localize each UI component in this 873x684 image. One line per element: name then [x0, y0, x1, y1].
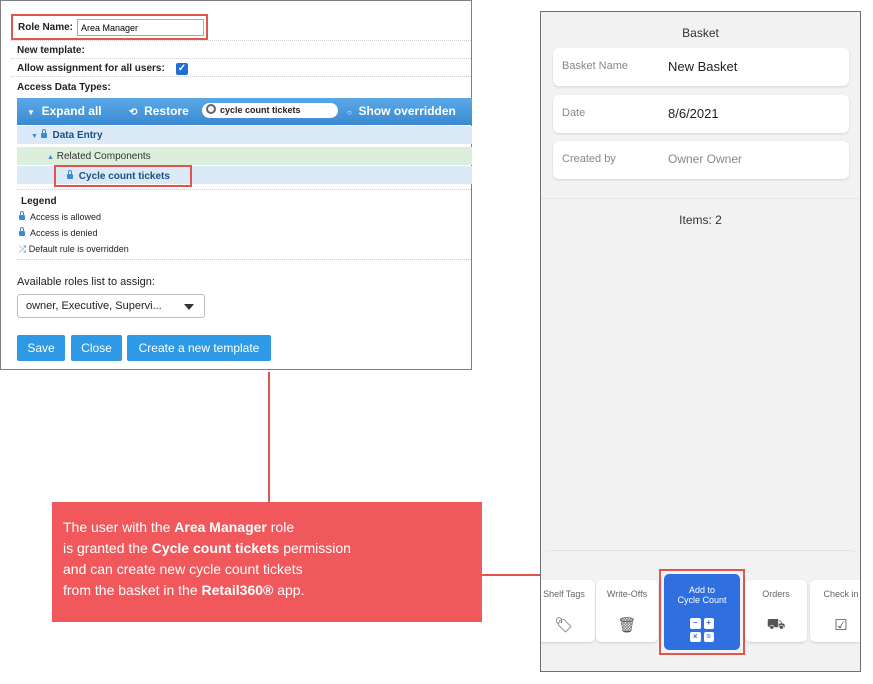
check-in-label: Check in — [823, 589, 859, 599]
unlock-icon — [40, 129, 47, 138]
connector-line-vertical — [268, 372, 270, 502]
role-settings-panel: Role Name: New template: Allow assignmen… — [0, 0, 472, 370]
tree-item-related-components[interactable]: ▲ Related Components — [17, 147, 472, 165]
unlock-icon — [19, 211, 25, 220]
date-value: 8/6/2021 — [668, 106, 719, 121]
available-roles-select[interactable]: owner, Executive, Supervi... — [17, 294, 205, 318]
restore-icon: ⟲ — [129, 107, 138, 118]
unlock-icon — [67, 170, 73, 179]
restore-label: Restore — [144, 104, 189, 118]
created-by-value: Owner Owner — [668, 152, 743, 166]
expand-all-label: Expand all — [41, 104, 102, 118]
callout-line-4: from the basket in the Retail360® app. — [63, 582, 305, 598]
show-overridden-button[interactable]: ○ Show overridden — [347, 104, 456, 118]
available-roles-label: Available roles list to assign: — [17, 276, 155, 288]
mobile-app-screen: Basket Basket Name New Basket Date 8/6/2… — [540, 11, 861, 672]
divider — [17, 188, 471, 190]
basket-name-field[interactable]: Basket Name New Basket — [553, 48, 849, 86]
save-button[interactable]: Save — [17, 335, 65, 361]
explanation-callout: The user with the Area Manager role is g… — [52, 502, 482, 622]
calculator-icon: − + × = — [690, 618, 714, 642]
create-template-button[interactable]: Create a new template — [127, 335, 271, 361]
basket-name-value: New Basket — [668, 59, 738, 74]
shelf-tags-label: Shelf Tags — [543, 589, 585, 599]
legend-denied: Access is denied — [19, 227, 98, 238]
search-input[interactable]: cycle count tickets — [202, 103, 338, 118]
items-count: Items: 2 — [679, 213, 722, 227]
basket-name-label: Basket Name — [562, 60, 629, 72]
chevron-down-icon — [184, 304, 194, 310]
lock-icon — [19, 227, 25, 236]
legend-allowed: Access is allowed — [19, 211, 102, 222]
date-label: Date — [562, 107, 586, 119]
divider — [17, 244, 471, 260]
new-template-row: New template: — [11, 41, 471, 59]
available-roles-value: owner, Executive, Supervi... — [26, 300, 162, 312]
check-in-button[interactable]: Check in ☑ — [810, 580, 860, 642]
circle-icon: ○ — [347, 108, 352, 117]
restore-button[interactable]: ⟲ Restore — [129, 104, 189, 118]
add-to-cycle-count-label: Add to Cycle Count — [677, 585, 727, 605]
created-by-label: Created by — [562, 153, 616, 165]
add-to-cycle-count-highlight: Add to Cycle Count − + × = — [659, 569, 745, 655]
allow-assignment-label: Allow assignment for all users: — [17, 63, 165, 74]
legend-allowed-label: Access is allowed — [30, 212, 102, 222]
search-icon — [206, 104, 216, 114]
orders-label: Orders — [762, 589, 790, 599]
shelf-tags-button[interactable]: Shelf Tags 🏷 — [541, 580, 595, 642]
tree-item-data-entry[interactable]: ▼ Data Entry — [17, 126, 472, 144]
connector-line-horizontal — [482, 574, 542, 576]
tree-label-data-entry: Data Entry — [52, 130, 103, 141]
clipboard-check-icon: ☑ — [834, 617, 848, 634]
callout-line-1: The user with the Area Manager role — [63, 519, 295, 535]
orders-button[interactable]: Orders ⛟ — [745, 580, 807, 642]
new-template-label: New template: — [17, 45, 85, 56]
triangle-down-icon: ▼ — [31, 133, 38, 140]
role-name-row — [11, 23, 471, 41]
callout-line-3: and can create new cycle count tickets — [63, 561, 303, 577]
legend-title: Legend — [21, 196, 57, 207]
access-data-types-row: Access Data Types: — [11, 78, 471, 95]
triangle-up-icon: ▲ — [47, 154, 54, 161]
allow-assignment-row: Allow assignment for all users: — [11, 59, 471, 77]
date-field[interactable]: Date 8/6/2021 — [553, 95, 849, 133]
search-value: cycle count tickets — [220, 105, 301, 115]
created-by-field: Created by Owner Owner — [553, 141, 849, 179]
trash-icon: 🗑 — [617, 617, 637, 634]
callout-line-2: is granted the Cycle count tickets permi… — [63, 540, 351, 556]
legend-denied-label: Access is denied — [30, 228, 98, 238]
tree-label-cycle-count-tickets: Cycle count tickets — [78, 171, 170, 182]
page-title: Basket — [682, 26, 719, 40]
add-to-cycle-count-button[interactable]: Add to Cycle Count − + × = — [664, 574, 740, 650]
tag-icon: 🏷 — [554, 617, 574, 634]
write-offs-button[interactable]: Write-Offs 🗑 — [596, 580, 658, 642]
access-data-types-label: Access Data Types: — [17, 82, 111, 93]
chevron-down-icon: ▼ — [27, 108, 35, 117]
allow-assignment-checkbox[interactable]: ✓ — [176, 63, 188, 75]
tree-item-cycle-count-tickets[interactable]: Cycle count tickets — [54, 165, 192, 187]
write-offs-label: Write-Offs — [606, 589, 648, 599]
tree-label-related-components: Related Components — [56, 151, 151, 162]
items-section: Items: 2 — [541, 198, 860, 579]
hand-truck-icon: ⛟ — [766, 616, 786, 633]
close-button[interactable]: Close — [71, 335, 122, 361]
access-toolbar: ▼ Expand all ⟲ Restore cycle count ticke… — [17, 98, 472, 125]
expand-all-button[interactable]: ▼ Expand all — [27, 104, 102, 118]
show-overridden-label: Show overridden — [358, 104, 456, 118]
